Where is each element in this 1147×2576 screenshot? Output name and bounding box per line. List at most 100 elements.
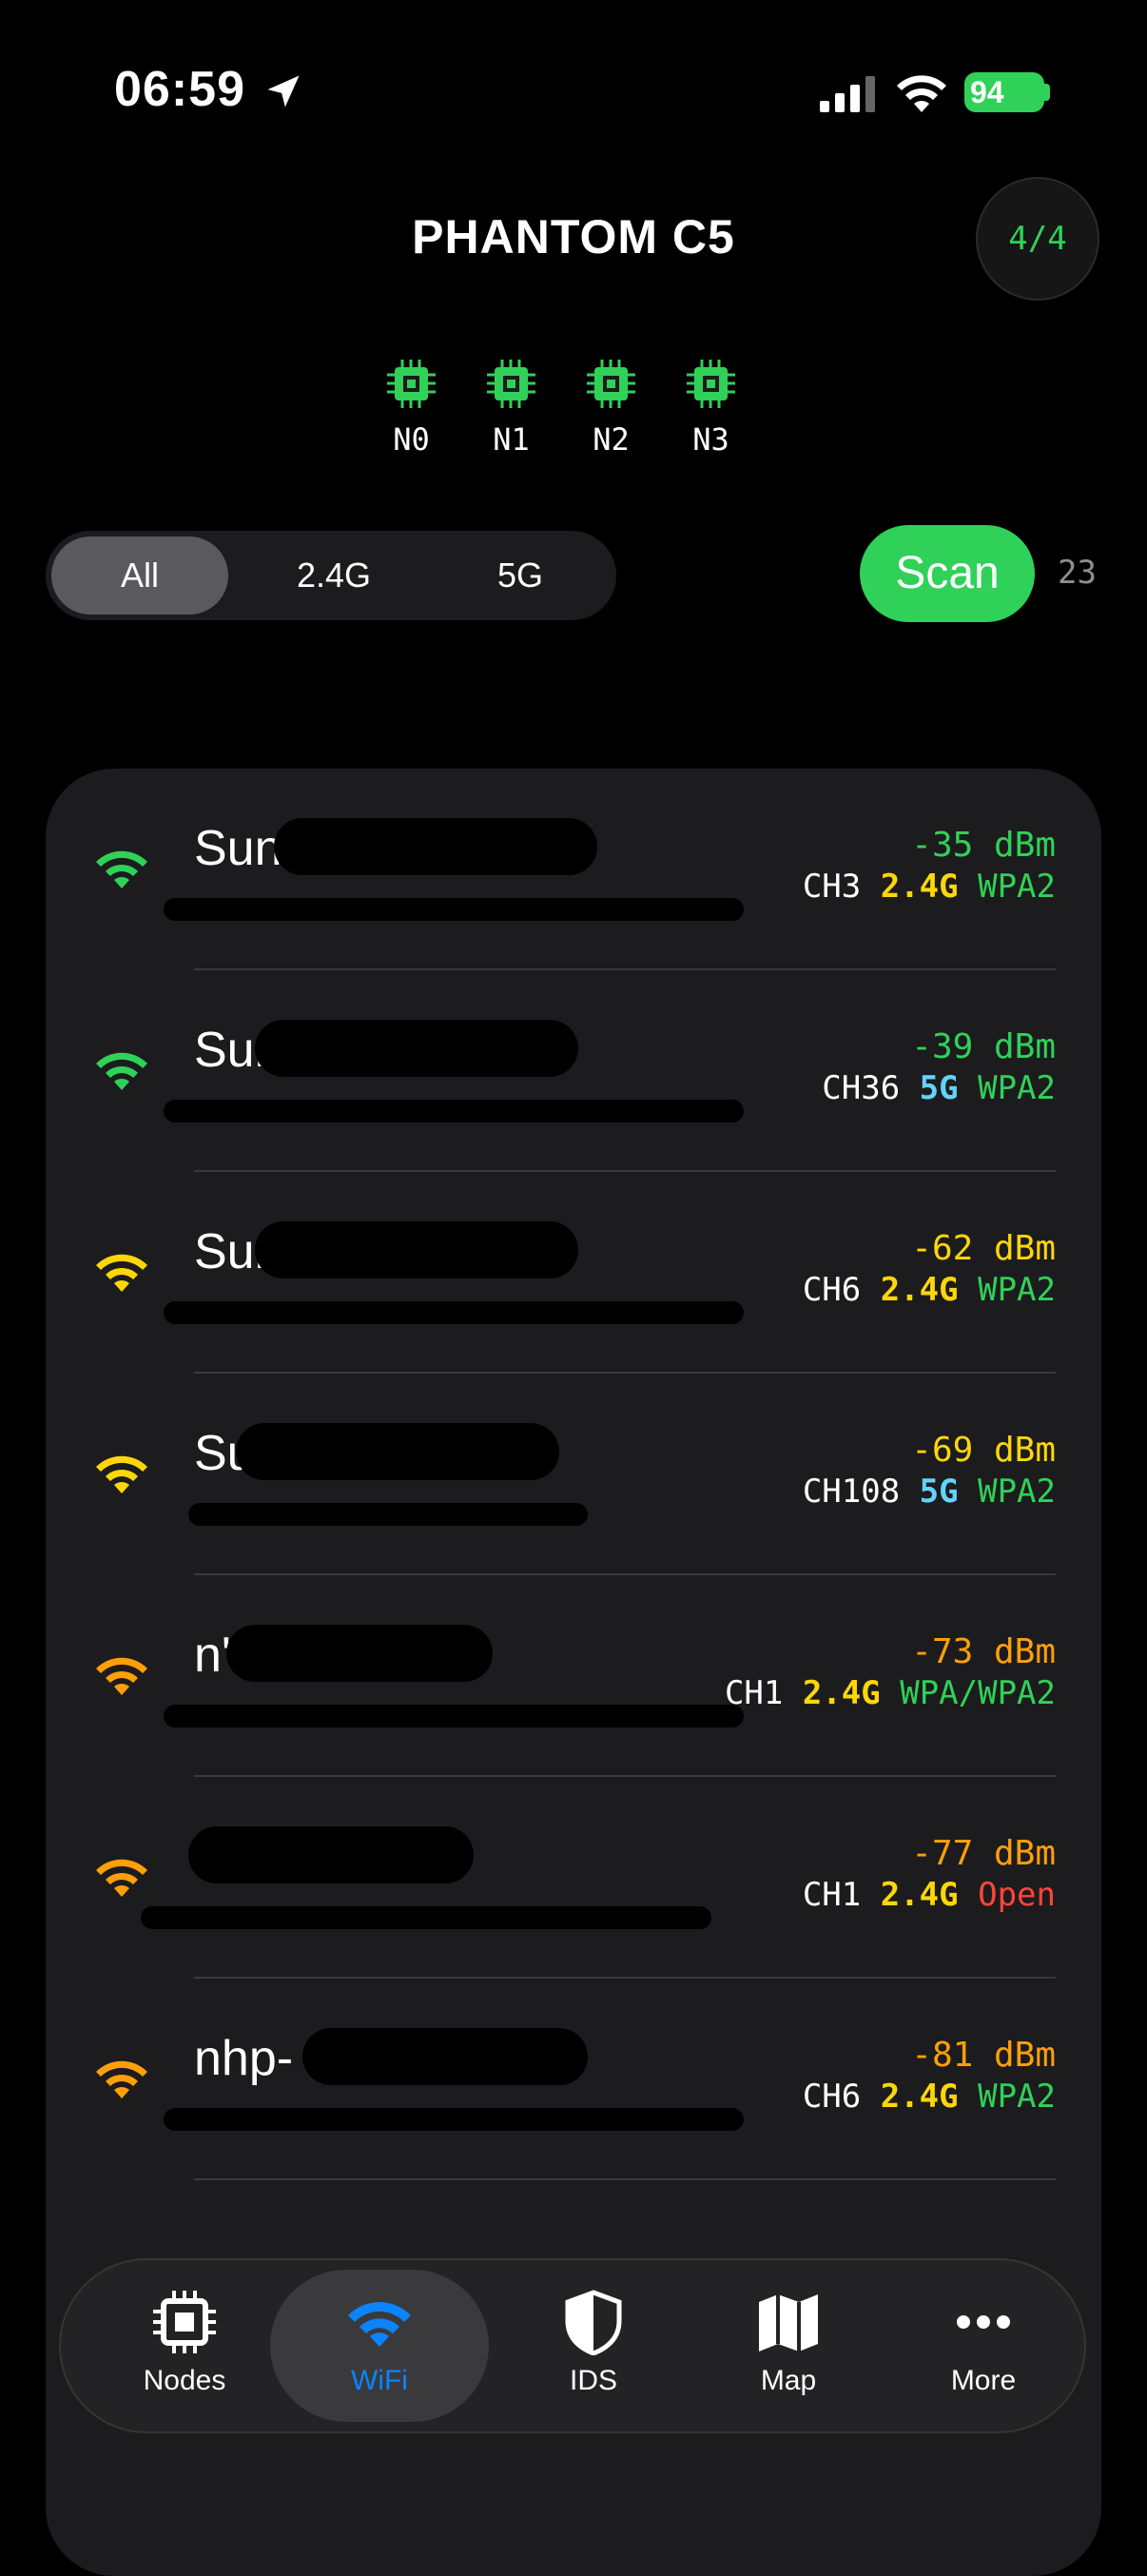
signal-dbm: -81 dBm — [911, 2036, 1056, 2075]
redaction-mark — [141, 1906, 711, 1929]
channel: CH36 — [822, 1069, 901, 1107]
signal-dbm: -35 dBm — [911, 826, 1056, 865]
chip-icon — [687, 360, 735, 408]
wifi-strength-icon — [96, 1052, 147, 1090]
channel: CH1 — [724, 1674, 784, 1712]
status-bar: 06:59 94 — [0, 0, 1147, 181]
redaction-mark — [236, 1423, 559, 1480]
wifi-strength-icon — [96, 1859, 147, 1897]
network-meta: CH108 5G WPA2 — [803, 1473, 1056, 1511]
tab-ids[interactable]: IDS — [498, 2270, 689, 2422]
filter-all[interactable]: All — [51, 537, 228, 615]
node-item[interactable]: N2 — [585, 358, 637, 458]
tab-label: Nodes — [143, 2365, 226, 2396]
battery-level: 94 — [970, 75, 1004, 109]
battery-indicator: 94 — [964, 72, 1044, 112]
security: WPA/WPA2 — [900, 1674, 1056, 1712]
band: 2.4G — [880, 1876, 959, 1914]
chip-icon — [487, 360, 535, 408]
tab-label: IDS — [569, 2365, 617, 2396]
more-icon — [957, 2315, 1010, 2329]
redaction-mark — [274, 818, 597, 875]
wifi-strength-icon — [96, 1657, 147, 1695]
network-meta: CH36 5G WPA2 — [822, 1069, 1056, 1107]
filter-5g[interactable]: 5G — [432, 537, 609, 615]
band: 2.4G — [880, 1271, 959, 1309]
redaction-mark — [188, 1826, 474, 1883]
chip-icon — [153, 2291, 216, 2353]
signal-dbm: -62 dBm — [911, 1229, 1056, 1268]
redaction-mark — [188, 1503, 588, 1526]
node-label: N2 — [593, 421, 630, 458]
node-item[interactable]: N0 — [385, 358, 437, 458]
band: 5G — [919, 1069, 959, 1107]
network-row[interactable]: -77 dBm CH1 2.4G Open — [46, 1777, 1101, 1979]
cellular-signal-icon — [820, 76, 875, 112]
battery-tip — [1044, 84, 1050, 101]
wifi-strength-icon — [96, 2060, 147, 2098]
security: WPA2 — [978, 1473, 1056, 1511]
node-label: N1 — [493, 421, 530, 458]
wifi-status-icon — [897, 75, 946, 112]
redaction-mark — [164, 1301, 744, 1324]
network-count: 23 — [1058, 554, 1097, 592]
filter-2-4g[interactable]: 2.4G — [245, 537, 422, 615]
channel: CH108 — [802, 1473, 901, 1511]
redaction-mark — [164, 1705, 744, 1727]
band-filter: All 2.4G 5G — [46, 531, 616, 620]
node-item[interactable]: N3 — [685, 358, 737, 458]
security: Open — [978, 1876, 1056, 1914]
security: WPA2 — [978, 1271, 1056, 1309]
signal-dbm: -73 dBm — [911, 1632, 1056, 1671]
security: WPA2 — [978, 2078, 1056, 2116]
channel: CH6 — [802, 1271, 862, 1309]
network-row[interactable]: n' -73 dBm CH1 2.4G WPA/WPA2 — [46, 1575, 1101, 1777]
chip-icon — [587, 360, 635, 408]
security: WPA2 — [978, 1069, 1056, 1107]
band: 5G — [919, 1473, 959, 1511]
network-meta: CH3 2.4G WPA2 — [803, 868, 1056, 906]
chip-icon — [387, 360, 436, 408]
status-time: 06:59 — [114, 62, 245, 117]
location-arrow-icon — [267, 75, 300, 107]
wifi-strength-icon — [96, 1455, 147, 1493]
node-label: N3 — [692, 421, 729, 458]
node-label: N0 — [393, 421, 430, 458]
tab-map[interactable]: Map — [693, 2270, 884, 2422]
redaction-mark — [255, 1020, 578, 1077]
security: WPA2 — [978, 868, 1056, 906]
wifi-strength-icon — [96, 1254, 147, 1292]
network-row[interactable]: Sur -69 dBm CH108 5G WPA2 — [46, 1374, 1101, 1575]
redaction-mark — [164, 2108, 744, 2131]
signal-dbm: -39 dBm — [911, 1027, 1056, 1066]
band: 2.4G — [802, 1674, 881, 1712]
divider — [194, 2178, 1056, 2180]
signal-dbm: -69 dBm — [911, 1431, 1056, 1470]
tab-label: WiFi — [351, 2365, 408, 2396]
tab-label: More — [950, 2365, 1017, 2396]
node-count-badge[interactable]: 4/4 — [976, 177, 1099, 301]
wifi-icon — [348, 2302, 411, 2347]
redaction-mark — [46, 2195, 616, 2234]
wifi-strength-icon — [96, 850, 147, 888]
redaction-mark — [226, 1625, 493, 1682]
tab-more[interactable]: More — [888, 2270, 1079, 2422]
band: 2.4G — [880, 2078, 959, 2116]
scan-button[interactable]: Scan — [860, 525, 1035, 622]
tab-wifi[interactable]: WiFi — [270, 2270, 489, 2422]
channel: CH1 — [802, 1876, 862, 1914]
redaction-mark — [255, 1221, 578, 1278]
node-item[interactable]: N1 — [485, 358, 537, 458]
network-row[interactable]: Sunr -62 dBm CH6 2.4G WPA2 — [46, 1172, 1101, 1374]
nodes-row: N0 N1 N2 N3 — [385, 358, 737, 458]
tab-label: Map — [760, 2365, 817, 2396]
network-row[interactable]: Sunr -39 dBm CH36 5G WPA2 — [46, 970, 1101, 1172]
network-meta: CH1 2.4G Open — [803, 1876, 1056, 1914]
network-row[interactable]: Sunri -35 dBm CH3 2.4G WPA2 — [46, 769, 1101, 970]
tab-bar: Nodes WiFi IDS Map More — [59, 2258, 1086, 2433]
network-row[interactable]: nhp- -81 dBm CH6 2.4G WPA2 — [46, 1979, 1101, 2180]
redaction-mark — [302, 2028, 588, 2085]
channel: CH6 — [802, 2078, 862, 2116]
redaction-mark — [164, 1100, 744, 1122]
tab-nodes[interactable]: Nodes — [89, 2270, 280, 2422]
